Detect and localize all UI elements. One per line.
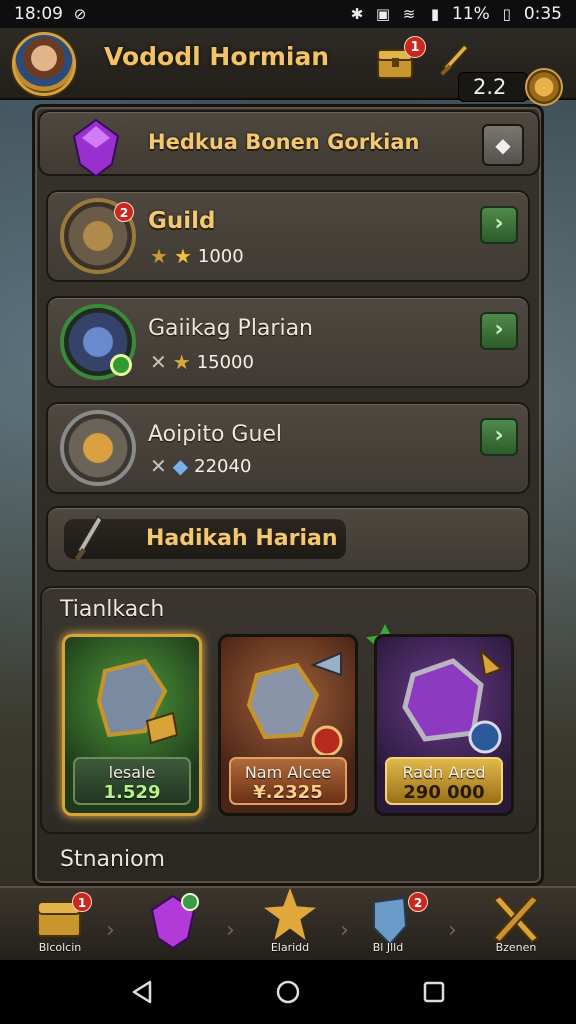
- player-name: Vododl Hormian: [104, 42, 330, 71]
- nav-armor-badge: 2: [408, 892, 428, 912]
- card-1-label: lesale 1.529: [73, 757, 191, 805]
- nav-chest-label: Blcolcin: [38, 941, 82, 954]
- gold-star-icon: [264, 888, 316, 940]
- daily-title: Gaiikag Plarian: [148, 316, 313, 341]
- gold-title: Aoipito Guel: [148, 422, 283, 447]
- nav-item-star[interactable]: Elaridd: [248, 888, 332, 962]
- gold-go-button[interactable]: ›: [480, 418, 518, 456]
- back-icon[interactable]: [128, 978, 156, 1006]
- nav-item-chest[interactable]: 1 Blcolcin: [18, 888, 102, 962]
- banner-row[interactable]: Hedkua Bonen Gorkian ◆: [38, 110, 540, 178]
- nav-item-tools[interactable]: Bzenen: [474, 888, 558, 962]
- wifi-icon: ≋: [402, 5, 416, 23]
- section-2-title: Stnaniom: [60, 847, 165, 872]
- card-3-value: 290 000: [403, 782, 485, 803]
- battery-icon: ▯: [502, 5, 511, 23]
- nav-armor-label: Bl Jlld: [372, 941, 404, 954]
- gold-value: 22040: [194, 455, 252, 477]
- guild-badge: 2: [114, 202, 134, 222]
- daily-row[interactable]: Gaiikag Plarian ✕ ★ 15000 ›: [46, 296, 530, 388]
- nav-tools-label: Bzenen: [495, 941, 537, 954]
- green-ring-icon: [110, 354, 132, 376]
- chevron-right-icon: ›: [448, 918, 457, 943]
- guild-value: 1000: [197, 245, 244, 267]
- crossed-tools-icon: [492, 894, 540, 944]
- recents-icon[interactable]: [420, 978, 448, 1006]
- currency-counter: 2.2: [458, 72, 528, 102]
- nav-item-armor[interactable]: 2 Bl Jlld: [346, 888, 430, 962]
- status-bar: 18:09 ⊘ ✱ ▣ ≋ ▮ 11% ▯ 0:35: [0, 0, 576, 28]
- crossed-swords-icon: ✕: [150, 454, 167, 478]
- banner-title: Hedkua Bonen Gorkian: [148, 130, 420, 154]
- purple-gem-icon: [72, 118, 120, 178]
- armor-icon: [96, 658, 179, 745]
- home-icon[interactable]: [274, 978, 302, 1006]
- reward-card-3[interactable]: Radn Ared 290 000: [374, 634, 514, 816]
- reward-card-2[interactable]: Nam Alcee ¥.2325: [218, 634, 358, 816]
- card-2-label: Nam Alcee ¥.2325: [229, 757, 347, 805]
- nav-item-gem[interactable]: [130, 888, 214, 962]
- card-2-name: Nam Alcee: [244, 763, 332, 782]
- section-title: Tianlkach: [60, 597, 165, 622]
- card-3-name: Radn Ared: [402, 763, 486, 782]
- star-icon: ★: [173, 244, 192, 268]
- nav-chest-badge: 1: [72, 892, 92, 912]
- dnd-icon: ⊘: [73, 5, 87, 23]
- shield-axe-icon: [246, 651, 343, 755]
- guild-stat: ★ ★ 1000: [150, 244, 244, 268]
- blue-gem-icon: ◆: [172, 454, 189, 478]
- signal-icon: ▮: [430, 5, 440, 23]
- bottom-nav: 1 Blcolcin › › Elaridd › 2 Bl Jlld › Bze…: [0, 886, 576, 960]
- reward-card-1[interactable]: lesale 1.529: [62, 634, 202, 816]
- system-nav-bar: [0, 960, 576, 1024]
- dagger-icon: [74, 514, 103, 561]
- purple-armor-icon: [402, 648, 503, 754]
- game-screen: 18:09 ⊘ ✱ ▣ ≋ ▮ 11% ▯ 0:35 Vododl Hormia…: [0, 0, 576, 1024]
- daily-value: 15000: [196, 351, 254, 373]
- bug-icon: ✱: [350, 5, 364, 23]
- star-icon: ★: [172, 350, 191, 374]
- daily-go-button[interactable]: ›: [480, 312, 518, 350]
- gold-row[interactable]: Aoipito Guel ✕ ◆ 22040 ›: [46, 402, 530, 494]
- card-1-name: lesale: [108, 763, 156, 782]
- chest-badge: 1: [404, 36, 426, 58]
- star-icon: ★: [150, 244, 168, 268]
- nav-star-label: Elaridd: [270, 941, 310, 954]
- diamond-button[interactable]: ◆: [482, 124, 524, 166]
- gem-icon: [150, 893, 199, 950]
- chevron-right-icon: ›: [226, 918, 235, 943]
- crossed-swords-icon: ✕: [150, 350, 167, 374]
- guild-title: Guild: [148, 208, 216, 234]
- card-1-value: 1.529: [103, 782, 161, 803]
- armor-nav-icon: [373, 896, 408, 946]
- status-time: 18:09: [14, 4, 63, 24]
- top-header: Vododl Hormian 1 2.2: [0, 28, 576, 106]
- status-clock: 0:35: [523, 4, 562, 24]
- guild-row[interactable]: 2 Guild ★ ★ 1000 ›: [46, 190, 530, 282]
- player-avatar[interactable]: [12, 32, 76, 96]
- chevron-right-icon: ›: [106, 918, 115, 943]
- battery-percent: 11%: [452, 4, 490, 24]
- notification-icon: ▣: [375, 5, 391, 23]
- daily-stat: ✕ ★ 15000: [150, 350, 254, 374]
- horn-icon: [60, 410, 136, 486]
- coin-icon[interactable]: [525, 68, 563, 106]
- card-2-value: ¥.2325: [253, 782, 323, 803]
- gold-stat: ✕ ◆ 22040: [150, 454, 251, 478]
- sub-banner-title[interactable]: Hadikah Harian: [64, 519, 346, 559]
- guild-go-button[interactable]: ›: [480, 206, 518, 244]
- card-3-label: Radn Ared 290 000: [385, 757, 503, 805]
